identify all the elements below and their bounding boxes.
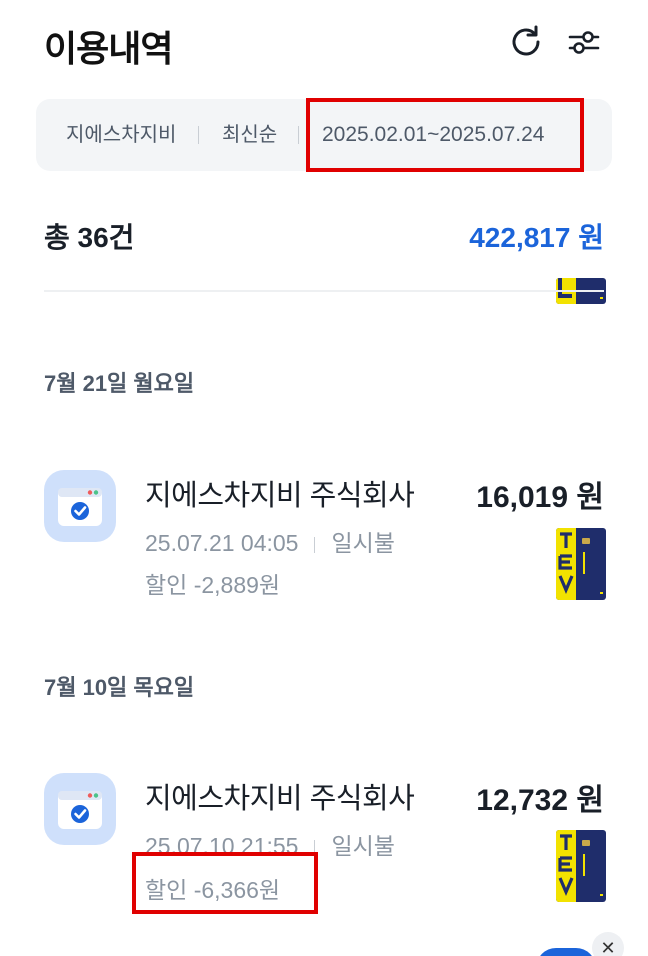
divider bbox=[44, 290, 604, 292]
card-thumbnail bbox=[556, 830, 606, 902]
sliders-icon[interactable] bbox=[564, 22, 604, 62]
merchant-name: 지에스차지비 주식회사 bbox=[145, 480, 415, 512]
refresh-icon[interactable] bbox=[506, 22, 546, 62]
card-thumbnail bbox=[556, 528, 606, 600]
discount-amount: 할인 -2,889원 bbox=[145, 572, 281, 598]
date-header: 7월 21일 월요일 bbox=[44, 371, 195, 396]
calendar-check-icon bbox=[44, 773, 116, 845]
divider bbox=[314, 536, 316, 553]
date-header: 7월 10일 목요일 bbox=[44, 675, 195, 700]
highlight-box-discount bbox=[132, 852, 318, 914]
installment-type: 일시불 bbox=[331, 530, 395, 556]
merchant-filter[interactable]: 지에스차지비 bbox=[66, 99, 176, 171]
transaction-meta: 25.07.21 04:05 일시불 bbox=[145, 524, 395, 558]
header: 이용내역 bbox=[0, 0, 648, 90]
close-icon[interactable]: ✕ bbox=[592, 932, 624, 956]
transaction-amount: 12,732 원 bbox=[476, 784, 604, 817]
sort-filter[interactable]: 최신순 bbox=[222, 99, 277, 171]
divider bbox=[198, 126, 199, 144]
highlight-box-date-range bbox=[306, 98, 584, 172]
divider bbox=[298, 126, 299, 144]
transaction-datetime: 25.07.21 04:05 bbox=[145, 530, 299, 556]
total-amount: 422,817 원 bbox=[469, 222, 604, 253]
calendar-check-icon bbox=[44, 470, 116, 542]
floating-banner[interactable] bbox=[536, 948, 596, 956]
transaction-amount: 16,019 원 bbox=[476, 481, 604, 514]
transaction-count: 총 36건 bbox=[44, 222, 135, 253]
installment-type: 일시불 bbox=[331, 833, 395, 859]
merchant-name: 지에스차지비 주식회사 bbox=[145, 783, 415, 815]
page-title: 이용내역 bbox=[44, 28, 173, 69]
